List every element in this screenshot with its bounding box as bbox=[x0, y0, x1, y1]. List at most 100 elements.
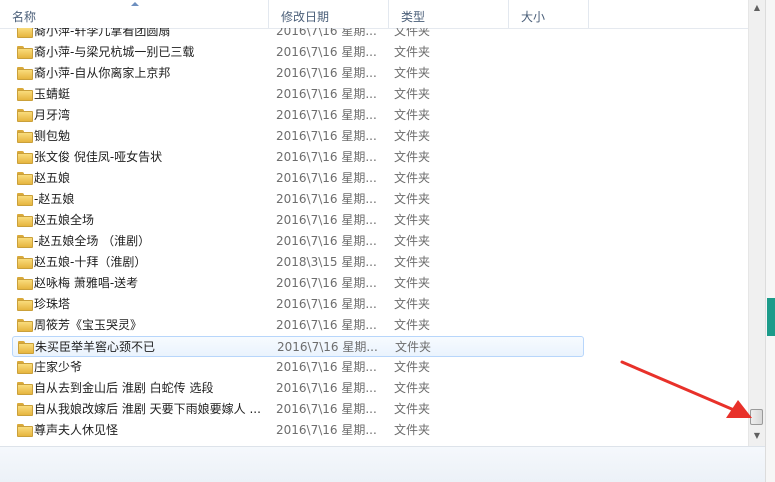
file-type: 文件夹 bbox=[394, 129, 431, 143]
file-type: 文件夹 bbox=[394, 318, 431, 332]
table-row[interactable]: 珍珠塔 2016\7\16 星期... 文件夹 bbox=[12, 294, 584, 315]
modified-date: 2016\7\16 星期... bbox=[276, 234, 377, 248]
file-name: 自从我娘改嫁后 淮剧 天要下雨娘要嫁人 ... bbox=[34, 402, 261, 416]
file-list: 裔小萍-轩李儿掌看团圆扇 2016\7\16 星期... 文件夹 裔小萍-与梁兄杭城一… bbox=[0, 28, 748, 446]
file-type: 文件夹 bbox=[394, 171, 431, 185]
folder-icon bbox=[17, 172, 33, 185]
file-name: 月牙湾 bbox=[34, 108, 71, 122]
column-header-date-label: 修改日期 bbox=[281, 10, 330, 24]
table-row[interactable]: 庄家少爷 2016\7\16 星期... 文件夹 bbox=[12, 357, 584, 378]
modified-date: 2016\7\16 星期... bbox=[276, 45, 377, 59]
modified-date: 2016\7\16 星期... bbox=[277, 340, 378, 354]
window-edge bbox=[765, 0, 775, 482]
modified-date: 2016\7\16 星期... bbox=[276, 87, 377, 101]
file-type: 文件夹 bbox=[394, 66, 431, 80]
file-name: 裔小萍-轩李儿掌看团圆扇 bbox=[34, 28, 171, 38]
file-name: 赵五娘全场 bbox=[34, 213, 95, 227]
table-row[interactable]: 自从去到金山后 淮剧 白蛇传 选段 2016\7\16 星期... 文件夹 bbox=[12, 378, 584, 399]
column-header-size[interactable]: 大小 bbox=[509, 0, 589, 28]
table-row[interactable]: 裔小萍-轩李儿掌看团圆扇 2016\7\16 星期... 文件夹 bbox=[12, 28, 584, 42]
table-row[interactable]: 铡包勉 2016\7\16 星期... 文件夹 bbox=[12, 126, 584, 147]
modified-date: 2016\7\16 星期... bbox=[276, 171, 377, 185]
table-row[interactable]: -赵五娘全场 （淮剧） 2016\7\16 星期... 文件夹 bbox=[12, 231, 584, 252]
file-type: 文件夹 bbox=[394, 402, 431, 416]
table-row[interactable]: 玉蜻蜓 2016\7\16 星期... 文件夹 bbox=[12, 84, 584, 105]
file-name: 庄家少爷 bbox=[34, 360, 83, 374]
folder-icon bbox=[17, 88, 33, 101]
file-name: 裔小萍-自从你离家上京邦 bbox=[34, 66, 171, 80]
folder-icon bbox=[17, 277, 33, 290]
file-name: 铡包勉 bbox=[34, 129, 71, 143]
file-name: 珍珠塔 bbox=[34, 297, 71, 311]
table-row[interactable]: 月牙湾 2016\7\16 星期... 文件夹 bbox=[12, 105, 584, 126]
table-row[interactable]: 尊声夫人休见怪 2016\7\16 星期... 文件夹 bbox=[12, 420, 584, 441]
file-name: 朱买臣举羊窖心颈不已 bbox=[35, 340, 156, 354]
column-header-type[interactable]: 类型 bbox=[389, 0, 509, 28]
folder-icon bbox=[17, 403, 33, 416]
modified-date: 2016\7\16 星期... bbox=[276, 360, 377, 374]
modified-date: 2016\7\16 星期... bbox=[276, 423, 377, 437]
column-header-name[interactable]: 名称 bbox=[0, 0, 269, 28]
modified-date: 2016\7\16 星期... bbox=[276, 276, 377, 290]
details-pane bbox=[0, 446, 765, 482]
column-header: 名称 修改日期 类型 大小 bbox=[0, 0, 748, 29]
table-row[interactable]: 张文俊 倪佳凤-哑女告状 2016\7\16 星期... 文件夹 bbox=[12, 147, 584, 168]
table-row[interactable]: 周筱芳《宝玉哭灵》 2016\7\16 星期... 文件夹 bbox=[12, 315, 584, 336]
file-name: 尊声夫人休见怪 bbox=[34, 423, 119, 437]
column-header-date[interactable]: 修改日期 bbox=[269, 0, 389, 28]
file-type: 文件夹 bbox=[394, 255, 431, 269]
folder-icon bbox=[17, 151, 33, 164]
column-header-name-label: 名称 bbox=[12, 10, 37, 24]
column-header-type-label: 类型 bbox=[401, 10, 426, 24]
file-name: 赵五娘-十拜（淮剧） bbox=[34, 255, 147, 269]
table-row[interactable]: 赵咏梅 萧雅唱-送考 2016\7\16 星期... 文件夹 bbox=[12, 273, 584, 294]
table-row[interactable]: 裔小萍-自从你离家上京邦 2016\7\16 星期... 文件夹 bbox=[12, 63, 584, 84]
sort-ascending-icon bbox=[131, 2, 139, 6]
modified-date: 2016\7\16 星期... bbox=[276, 318, 377, 332]
file-type: 文件夹 bbox=[394, 150, 431, 164]
file-type: 文件夹 bbox=[394, 276, 431, 290]
folder-icon bbox=[17, 67, 33, 80]
modified-date: 2016\7\16 星期... bbox=[276, 108, 377, 122]
folder-icon bbox=[17, 46, 33, 59]
table-row[interactable]: 自从我娘改嫁后 淮剧 天要下雨娘要嫁人 ... 2016\7\16 星期... 文件… bbox=[12, 399, 584, 420]
scroll-up-button[interactable]: ▲ bbox=[749, 0, 765, 16]
file-name: 赵五娘 bbox=[34, 171, 71, 185]
file-type: 文件夹 bbox=[394, 297, 431, 311]
file-type: 文件夹 bbox=[394, 423, 431, 437]
folder-icon bbox=[17, 214, 33, 227]
scrollbar-thumb[interactable] bbox=[750, 409, 763, 425]
folder-icon bbox=[17, 298, 33, 311]
table-row[interactable]: 赵五娘-十拜（淮剧） 2018\3\15 星期... 文件夹 bbox=[12, 252, 584, 273]
folder-icon bbox=[17, 256, 33, 269]
folder-icon bbox=[17, 28, 33, 38]
file-type: 文件夹 bbox=[395, 340, 432, 354]
table-row[interactable]: 朱买臣举羊窖心颈不已 2016\7\16 星期... 文件夹 bbox=[12, 336, 584, 357]
table-row[interactable]: 赵五娘 2016\7\16 星期... 文件夹 bbox=[12, 168, 584, 189]
modified-date: 2016\7\16 星期... bbox=[276, 297, 377, 311]
file-name: 张文俊 倪佳凤-哑女告状 bbox=[34, 150, 163, 164]
file-type: 文件夹 bbox=[394, 45, 431, 59]
folder-icon bbox=[17, 361, 33, 374]
modified-date: 2016\7\16 星期... bbox=[276, 402, 377, 416]
table-row[interactable]: -赵五娘 2016\7\16 星期... 文件夹 bbox=[12, 189, 584, 210]
file-name: 玉蜻蜓 bbox=[34, 87, 71, 101]
modified-date: 2016\7\16 星期... bbox=[276, 192, 377, 206]
table-row[interactable]: 赵五娘全场 2016\7\16 星期... 文件夹 bbox=[12, 210, 584, 231]
file-name: 周筱芳《宝玉哭灵》 bbox=[34, 318, 143, 332]
file-type: 文件夹 bbox=[394, 360, 431, 374]
vertical-scrollbar[interactable]: ▲ ▼ bbox=[748, 0, 765, 446]
file-type: 文件夹 bbox=[394, 28, 431, 38]
folder-icon bbox=[17, 235, 33, 248]
folder-icon bbox=[17, 130, 33, 143]
scroll-down-button[interactable]: ▼ bbox=[749, 428, 765, 444]
file-type: 文件夹 bbox=[394, 234, 431, 248]
file-name: -赵五娘全场 （淮剧） bbox=[34, 234, 151, 248]
table-row[interactable]: 裔小萍-与梁兄杭城一别已三载 2016\7\16 星期... 文件夹 bbox=[12, 42, 584, 63]
modified-date: 2018\3\15 星期... bbox=[276, 255, 377, 269]
modified-date: 2016\7\16 星期... bbox=[276, 213, 377, 227]
file-name: 裔小萍-与梁兄杭城一别已三载 bbox=[34, 45, 195, 59]
modified-date: 2016\7\16 星期... bbox=[276, 28, 377, 38]
file-type: 文件夹 bbox=[394, 87, 431, 101]
file-type: 文件夹 bbox=[394, 213, 431, 227]
